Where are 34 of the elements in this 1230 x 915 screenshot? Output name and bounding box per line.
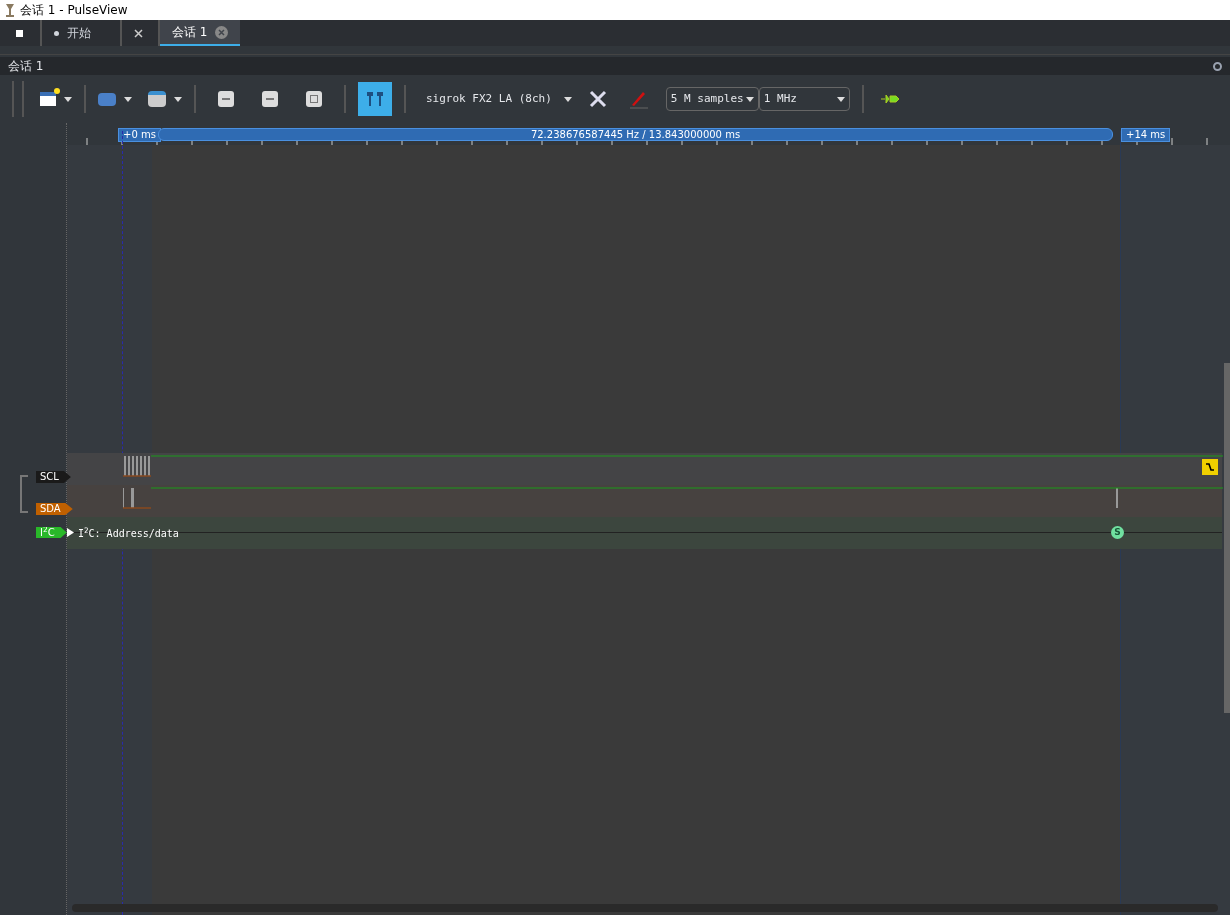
trigger-icon[interactable] (1202, 459, 1218, 475)
zoom-fit-icon[interactable] (306, 91, 322, 107)
zoom-out-icon[interactable] (262, 91, 278, 107)
cursors-icon (366, 91, 384, 107)
caret-icon[interactable] (563, 96, 572, 102)
device-selector[interactable]: sigrok FX2 LA (8ch) (418, 90, 580, 108)
folder-icon[interactable] (98, 92, 116, 106)
app-icon (4, 3, 16, 17)
tab[interactable]: 会话 1 (160, 20, 241, 46)
group-bracket (20, 475, 28, 513)
run-icon[interactable] (879, 94, 900, 104)
rate-field[interactable]: 1 MHz (758, 87, 850, 111)
caret-icon[interactable] (64, 96, 72, 102)
cursor-time-label: +14 ms (1121, 128, 1171, 142)
cursor-button[interactable] (358, 82, 392, 116)
close-icon[interactable] (215, 25, 229, 39)
horizontal-scrollbar[interactable] (72, 904, 1218, 912)
channel-label[interactable]: SDA (36, 503, 73, 515)
tab[interactable]: 开始 (42, 20, 122, 46)
settings-icon[interactable] (1213, 61, 1222, 71)
samples-field[interactable]: 5 M samples (665, 87, 759, 111)
stop-icon (16, 29, 23, 37)
caret-icon[interactable] (124, 96, 132, 102)
vertical-scrollbar[interactable] (1224, 363, 1230, 713)
caret-icon[interactable] (836, 96, 845, 102)
cursor-time-label: +0 ms (118, 128, 161, 142)
decoder-row-label: I$^{2}$C: Address/data (78, 526, 179, 541)
tools-icon (134, 28, 143, 38)
channel-label[interactable]: SCL (36, 471, 71, 483)
measurement-bar: 72.238676587445 Hz / 13.843000000 ms (158, 128, 1113, 141)
caret-icon[interactable] (745, 96, 754, 102)
window-title: 会话 1 - PulseView (20, 2, 128, 19)
session-title: 会话 1 (8, 58, 44, 75)
caret-icon[interactable] (174, 96, 182, 102)
